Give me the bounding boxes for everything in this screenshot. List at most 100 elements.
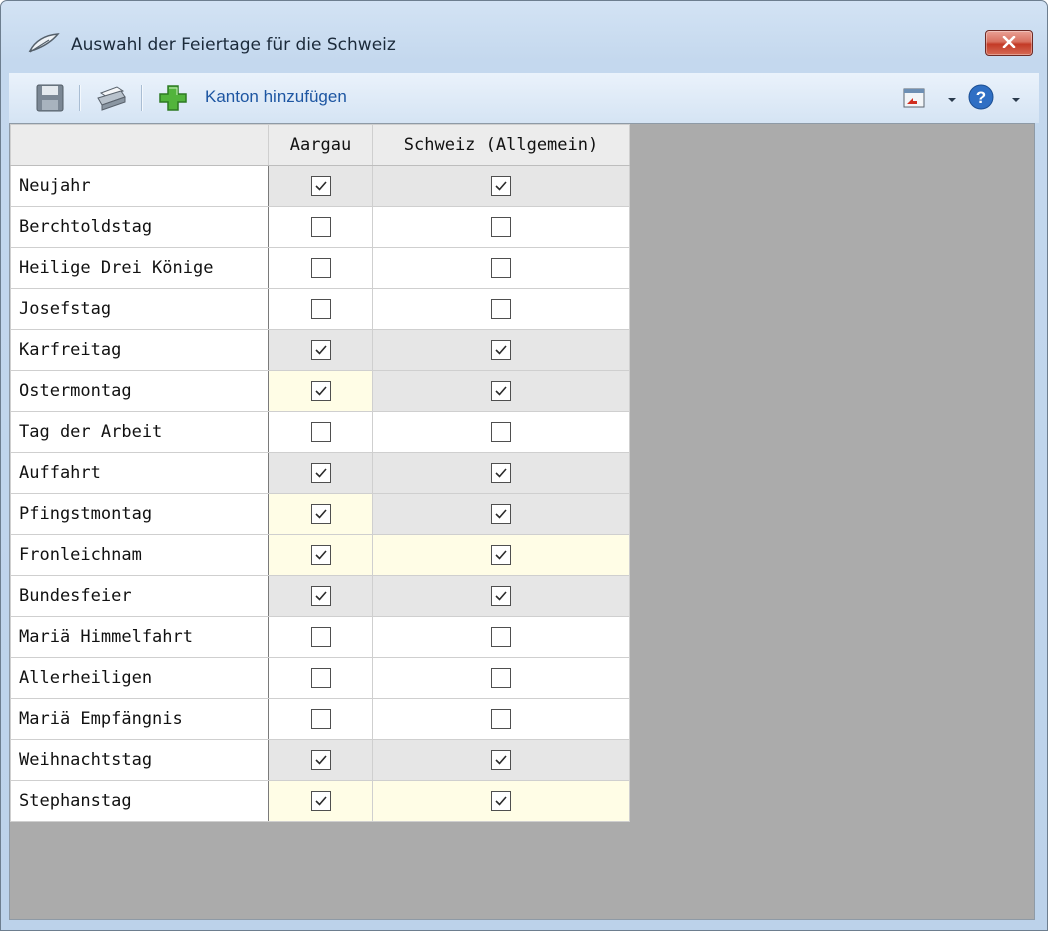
unchecked-checkbox[interactable] [491,258,511,278]
checked-checkbox[interactable] [310,545,331,565]
holiday-name: Weihnachtstag [10,739,269,781]
holiday-cell [268,739,373,781]
unchecked-checkbox[interactable] [310,668,331,688]
checked-checkbox[interactable] [491,176,511,196]
holiday-table: Aargau Schweiz (Allgemein) Neujahr Bercht… [10,124,630,822]
checked-checkbox[interactable] [491,586,511,606]
holiday-name: Heilige Drei Könige [10,247,269,289]
holiday-name: Mariä Empfängnis [10,698,269,740]
holiday-cell [268,575,373,617]
checkmark-icon [495,181,507,191]
chevron-down-icon [1012,98,1020,102]
checked-checkbox[interactable] [491,750,511,770]
checked-checkbox[interactable] [491,463,511,483]
holiday-cell [268,165,373,207]
holiday-name: Berchtoldstag [10,206,269,248]
table-header-row: Aargau Schweiz (Allgemein) [10,124,630,166]
export-button[interactable] [901,83,929,115]
table-row: Neujahr [10,165,630,207]
unchecked-checkbox[interactable] [491,299,511,319]
holiday-name: Mariä Himmelfahrt [10,616,269,658]
holiday-cell [372,698,630,740]
checked-checkbox[interactable] [310,340,331,360]
holiday-cell [372,165,630,207]
column-header-aargau[interactable]: Aargau [268,124,373,166]
holiday-selection-window: Auswahl der Feiertage für die Schweiz Ka… [0,0,1048,931]
table-row: Pfingstmontag [10,493,630,535]
holiday-name: Tag der Arbeit [10,411,269,453]
checked-checkbox[interactable] [310,463,331,483]
holiday-cell [268,698,373,740]
table-body: Neujahr Berchtoldstag Heilige Drei Könige J… [10,165,630,822]
holiday-cell [372,247,630,289]
unchecked-checkbox[interactable] [310,258,331,278]
unchecked-checkbox[interactable] [310,709,331,729]
checked-checkbox[interactable] [310,176,331,196]
unchecked-checkbox[interactable] [491,709,511,729]
unchecked-checkbox[interactable] [491,217,511,237]
unchecked-checkbox[interactable] [310,627,331,647]
checkmark-icon [314,509,327,519]
holiday-cell [268,329,373,371]
holiday-cell [372,329,630,371]
unchecked-checkbox[interactable] [491,627,511,647]
checked-checkbox[interactable] [491,381,511,401]
unchecked-checkbox[interactable] [310,299,331,319]
holiday-cell [268,370,373,412]
holiday-cell [268,657,373,699]
checkmark-icon [314,591,327,601]
table-row: Auffahrt [10,452,630,494]
checkmark-icon [314,386,327,396]
save-button[interactable] [35,83,65,117]
holiday-cell [268,616,373,658]
unchecked-checkbox[interactable] [310,422,331,442]
help-dropdown-arrow[interactable] [1011,89,1021,108]
holiday-name: Neujahr [10,165,269,207]
table-row: Fronleichnam [10,534,630,576]
print-button[interactable] [95,83,127,117]
checkmark-icon [495,509,507,519]
close-button[interactable] [985,30,1033,56]
export-dropdown-arrow[interactable] [947,89,957,108]
holiday-cell [268,247,373,289]
checkmark-icon [314,345,327,355]
checkmark-icon [495,796,507,806]
holiday-cell [268,493,373,535]
chevron-down-icon [948,98,956,102]
holiday-feather-icon [27,31,61,55]
unchecked-checkbox[interactable] [491,422,511,442]
table-row: Mariä Empfängnis [10,698,630,740]
holiday-cell [268,780,373,822]
table-row: Bundesfeier [10,575,630,617]
holiday-cell [268,534,373,576]
checked-checkbox[interactable] [491,504,511,524]
holiday-name: Fronleichnam [10,534,269,576]
unchecked-checkbox[interactable] [310,217,331,237]
holiday-cell [372,493,630,535]
table-row: Mariä Himmelfahrt [10,616,630,658]
checked-checkbox[interactable] [310,504,331,524]
printer-icon [97,86,126,111]
help-button[interactable]: ? [967,83,995,115]
checked-checkbox[interactable] [310,791,331,811]
checked-checkbox[interactable] [310,381,331,401]
checked-checkbox[interactable] [310,750,331,770]
checked-checkbox[interactable] [491,340,511,360]
svg-text:?: ? [976,88,986,107]
checked-checkbox[interactable] [310,586,331,606]
holiday-cell [268,206,373,248]
unchecked-checkbox[interactable] [491,668,511,688]
add-canton-button[interactable] [157,83,191,117]
holiday-name: Josefstag [10,288,269,330]
checked-checkbox[interactable] [491,545,511,565]
checkmark-icon [314,468,327,478]
table-row: Weihnachtstag [10,739,630,781]
checked-checkbox[interactable] [491,791,511,811]
column-header-schweiz[interactable]: Schweiz (Allgemein) [372,124,630,166]
holiday-name: Bundesfeier [10,575,269,617]
checkmark-icon [495,386,507,396]
checkmark-icon [314,755,327,765]
corner-header [10,124,269,166]
holiday-cell [372,616,630,658]
add-canton-label[interactable]: Kanton hinzufügen [205,87,347,107]
